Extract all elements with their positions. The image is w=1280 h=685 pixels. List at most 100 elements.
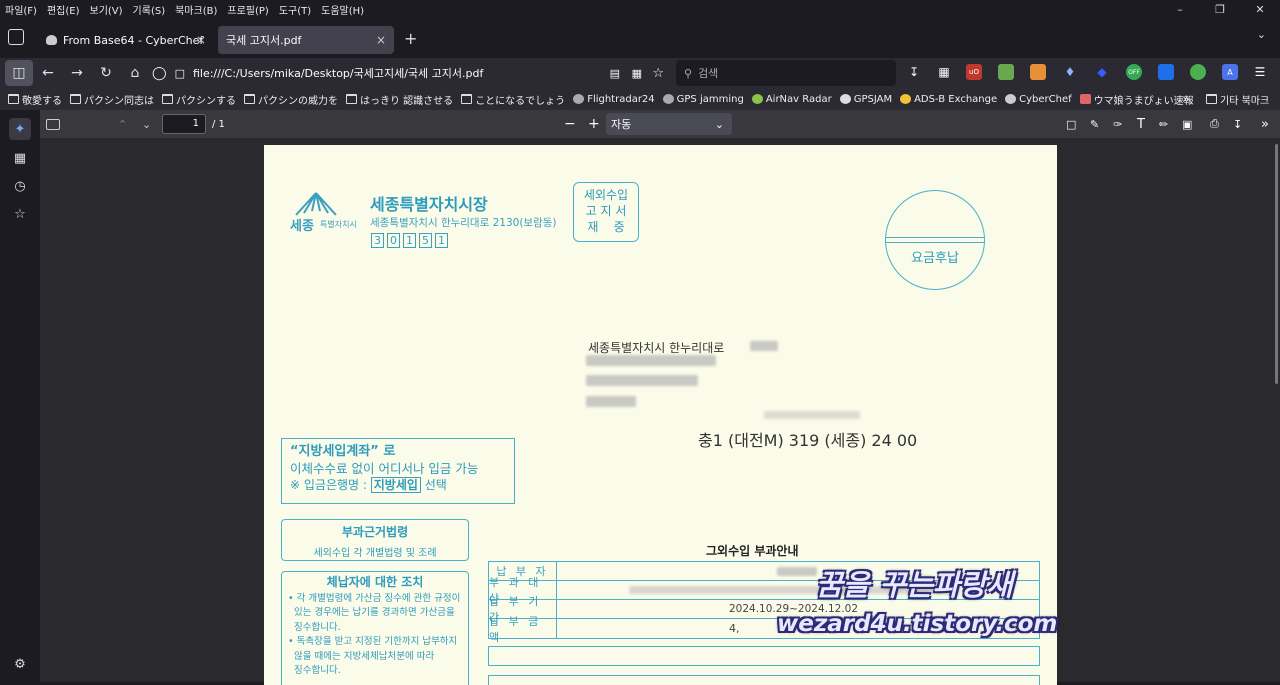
zoom-in-icon[interactable]: +	[588, 116, 600, 132]
restore-icon[interactable]: ❐	[1200, 0, 1240, 18]
bookmark-umamusume[interactable]: ウマ娘うまぴょい速報	[1079, 92, 1194, 107]
menu-bar: 파일(F) 편집(E) 보기(V) 기록(S) 북마크(B) 프로필(P) 도구…	[0, 0, 1280, 18]
sidebar-settings-icon[interactable]: ⚙	[9, 653, 31, 675]
postage-stamp: 요금후납	[885, 190, 985, 290]
signature-icon[interactable]: ✎	[1090, 118, 1099, 131]
close-window-icon[interactable]: ✕	[1240, 0, 1280, 18]
next-page-icon[interactable]: ⌄	[142, 118, 151, 131]
extension-puzzle-icon[interactable]: ♦	[1062, 64, 1078, 80]
folder-icon	[346, 94, 357, 104]
ai-chatbot-icon[interactable]: ✦	[9, 118, 31, 140]
postage-label: 요금후납	[911, 251, 959, 266]
highlight-icon[interactable]: ✑	[1113, 118, 1122, 131]
menu-history[interactable]: 기록(S)	[128, 2, 171, 17]
logo-subtext: 특별자치시	[320, 220, 357, 229]
zoom-select[interactable]: 자동 ⌄	[606, 113, 732, 135]
postal-code: 3 0 1 5 1	[371, 233, 448, 248]
menu-profiles[interactable]: 프로필(P)	[222, 2, 273, 17]
history-icon[interactable]: ◷	[9, 175, 31, 197]
watermark-title: 꿈을 꾸는파랑새	[816, 568, 1013, 602]
image-icon[interactable]: ▣	[1182, 118, 1192, 131]
pdf-viewer[interactable]: 세종 특별자치시 세종특별자치시장 세종특별자치시 한누리대로 2130(보람동…	[40, 138, 1280, 685]
close-tab-icon[interactable]: ×	[196, 33, 206, 47]
downloads-icon[interactable]: ↧	[906, 64, 922, 80]
extension-globe-icon[interactable]	[1190, 64, 1206, 80]
pdf-sidebar-toggle-icon[interactable]	[46, 118, 60, 130]
close-tab-icon[interactable]: ×	[376, 33, 386, 47]
minimize-icon[interactable]: –	[1160, 0, 1200, 18]
translate-icon[interactable]: ▦	[632, 67, 642, 80]
tab-pdf[interactable]: 국세 고지서.pdf ×	[218, 26, 394, 54]
redacted-recipient	[586, 355, 716, 366]
legal-basis-box: 부과근거법령 세외수입 각 개별법령 및 조례	[281, 519, 469, 561]
bitwarden-icon[interactable]	[1158, 64, 1174, 80]
synced-tabs-icon[interactable]: ▦	[9, 147, 31, 169]
reload-icon[interactable]: ↻	[92, 60, 120, 86]
app-menu-icon[interactable]: ☰	[1252, 64, 1268, 80]
bookmark-airnav[interactable]: AirNav Radar	[751, 94, 832, 105]
back-icon[interactable]: ←	[34, 60, 62, 86]
tab-overflow-icon[interactable]: ⌄	[1257, 28, 1266, 41]
save-pdf-icon[interactable]: ↧	[1233, 118, 1242, 131]
extension-green-icon[interactable]	[998, 64, 1014, 80]
bookmark-cyberchef[interactable]: CyberChef	[1005, 94, 1072, 105]
bookmark-gpsjam[interactable]: GPSJAM	[839, 94, 892, 105]
print-icon[interactable]: ⎙	[1210, 117, 1219, 131]
bookmark-flightradar[interactable]: Flightradar24	[573, 94, 655, 105]
bookmark-folder[interactable]: パクシン同志は	[70, 92, 154, 107]
comment-icon[interactable]: □	[1066, 118, 1076, 131]
bookmarks-sidebar-icon[interactable]: ☆	[9, 203, 31, 225]
bookmark-gps-jamming[interactable]: GPS jamming	[662, 94, 744, 105]
bookmarks-overflow-icon[interactable]: »	[1182, 92, 1190, 107]
menu-edit[interactable]: 편집(E)	[42, 2, 85, 17]
sidebar: ✦ ▦ ◷ ☆ ⚙	[0, 110, 40, 682]
redacted-recipient	[586, 396, 636, 407]
home-icon[interactable]: ⌂	[121, 60, 149, 86]
text-tool-icon[interactable]: T	[1137, 117, 1145, 132]
url-bar[interactable]: ◯ □ file:///C:/Users/mika/Desktop/국세고지세/…	[152, 60, 672, 86]
menu-help[interactable]: 도움말(H)	[316, 2, 369, 17]
forward-icon[interactable]: →	[63, 60, 91, 86]
folder-icon	[244, 94, 255, 104]
url-text[interactable]: file:///C:/Users/mika/Desktop/국세고지세/국세 고…	[193, 65, 483, 81]
bookmark-folder[interactable]: 敬愛する	[8, 92, 62, 107]
extensions-icon[interactable]: ▦	[936, 64, 952, 80]
ublock-icon[interactable]: uO	[966, 64, 982, 80]
redacted-recipient	[586, 375, 698, 386]
new-tab-button[interactable]: +	[404, 29, 417, 48]
sidebar-toggle-icon[interactable]: ◫	[5, 60, 33, 86]
extension-translate-icon[interactable]: A	[1222, 64, 1238, 80]
extension-shield-blue-icon[interactable]: ◆	[1094, 64, 1110, 80]
bookmark-folder[interactable]: パクシンする	[162, 92, 236, 107]
gpsjam-icon	[839, 94, 851, 104]
bookmark-adsb[interactable]: ADS-B Exchange	[900, 94, 997, 105]
previous-page-icon[interactable]: ⌃	[118, 118, 127, 131]
stamp-line	[886, 242, 984, 243]
viewer-scrollbar[interactable]	[1275, 144, 1278, 384]
extension-orange-icon[interactable]	[1030, 64, 1046, 80]
menu-tools[interactable]: 도구(T)	[274, 2, 316, 17]
extension-off-icon[interactable]: OFF	[1126, 64, 1142, 80]
shield-icon[interactable]: ◯	[152, 66, 167, 81]
tab-list-icon[interactable]	[8, 29, 24, 45]
table-title: 그외수입 부과안내	[706, 544, 799, 558]
search-box[interactable]: ⚲ 검색	[676, 60, 896, 86]
other-bookmarks[interactable]: 기타 북마크	[1206, 92, 1269, 107]
reader-view-icon[interactable]: ▤	[610, 67, 620, 80]
menu-bookmarks[interactable]: 북마크(B)	[170, 2, 222, 17]
bookmark-folder[interactable]: ことになるでしょう	[461, 92, 565, 107]
pdf-more-tools-icon[interactable]: »	[1261, 117, 1269, 132]
tab-cyberchef[interactable]: From Base64 - CyberChef ×	[38, 26, 214, 54]
window-controls: – ❐ ✕	[1160, 0, 1280, 18]
draw-icon[interactable]: ✏	[1159, 118, 1168, 131]
bookmark-star-icon[interactable]: ☆	[652, 66, 664, 81]
page-icon: □	[174, 66, 185, 80]
menu-view[interactable]: 보기(V)	[85, 2, 128, 17]
bookmark-folder[interactable]: パクシンの威力を	[244, 92, 338, 107]
menu-file[interactable]: 파일(F)	[0, 2, 42, 17]
folder-icon	[8, 94, 19, 104]
page-number-input[interactable]: 1	[162, 114, 206, 134]
folder-icon	[70, 94, 81, 104]
bookmark-folder[interactable]: はっきり 認識させる	[346, 92, 453, 107]
zoom-out-icon[interactable]: −	[564, 116, 576, 132]
